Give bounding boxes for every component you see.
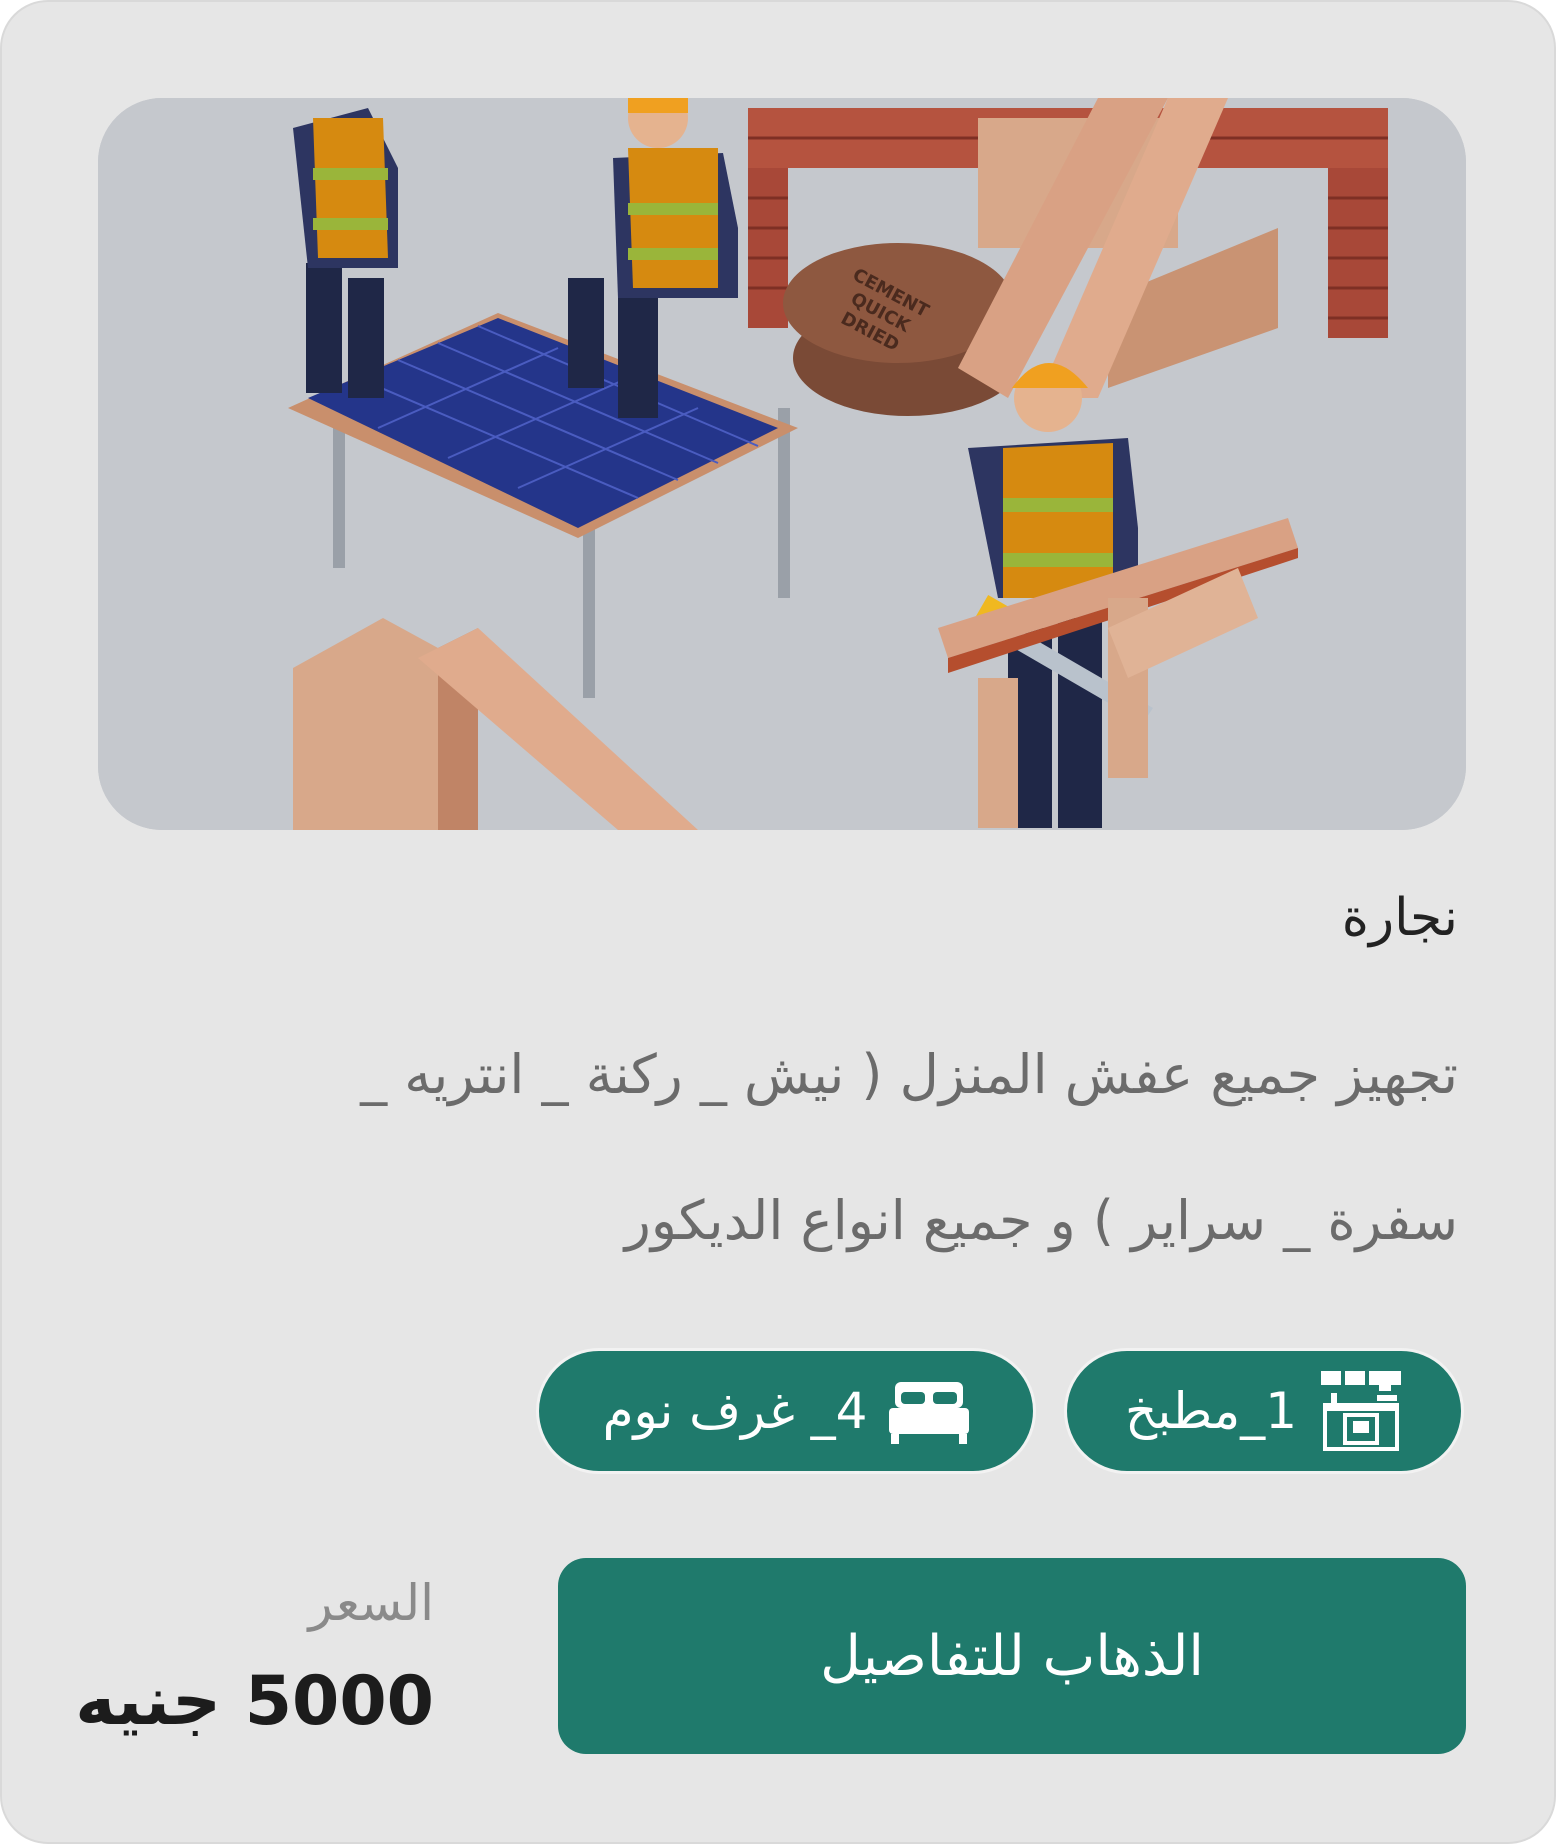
listing-description: تجهيز جميع عفش المنزل ( نيش _ ركنة _ انت… [360, 1043, 1458, 1252]
kitchen-feature-label: 1_مطبخ [1125, 1382, 1297, 1440]
bed-icon [889, 1378, 970, 1444]
price-value: 5000 جنيه [75, 1662, 434, 1741]
details-button[interactable]: الذهاب للتفاصيل [558, 1558, 1466, 1754]
bedrooms-feature-chip: 4_ غرف نوم [536, 1348, 1036, 1474]
listing-card: CEMENT QUICK DRIED نجارة تجهيز جميع عفش … [0, 0, 1556, 1844]
price-label: السعر [308, 1574, 434, 1632]
kitchen-feature-chip: 1_مطبخ [1064, 1348, 1464, 1474]
bedrooms-feature-label: 4_ غرف نوم [602, 1382, 868, 1440]
carpentry-illustration: CEMENT QUICK DRIED [98, 98, 1466, 830]
listing-image: CEMENT QUICK DRIED [98, 98, 1466, 830]
kitchen-icon [1319, 1369, 1403, 1453]
listing-title: نجارة [1341, 888, 1458, 948]
